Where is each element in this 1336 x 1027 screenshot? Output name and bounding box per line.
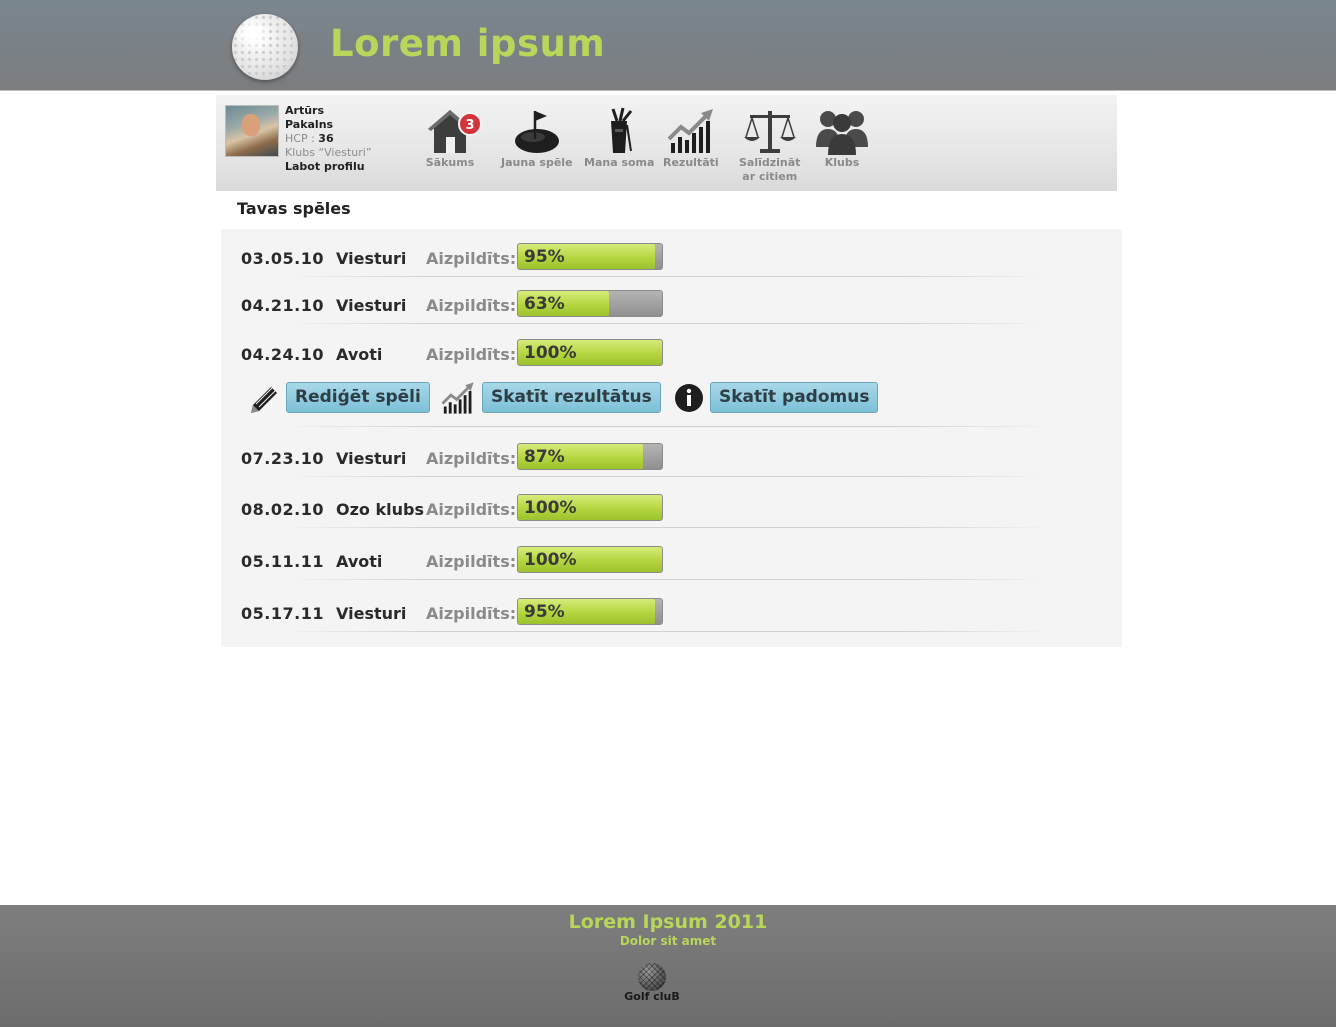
nav-label-new-game: Jauna spēle [501,156,573,169]
view-tips-button[interactable]: Skatīt padomus [710,382,879,413]
progress-bar: 100% [517,494,663,521]
game-date: 05.17.11 [241,604,324,623]
pencil-icon[interactable] [247,381,281,419]
row-divider [281,476,1052,477]
progress-label: 100% [524,498,577,518]
game-date: 07.23.10 [241,449,324,468]
progress-label: 100% [524,550,577,570]
game-row-selected[interactable]: 04.24.10 Avoti Aizpildīts: 100% [221,325,1122,373]
row-divider [281,527,1052,528]
golf-green-icon [514,111,559,153]
nav-label-clubs: Klubs [824,156,860,169]
game-actions: Rediģēt spēli Skatīt rezultātus Skatīt p… [221,379,1122,427]
golf-bag-icon [611,107,633,153]
game-club: Ozo klubs [336,500,424,519]
people-icon [816,111,868,155]
nav-item-results[interactable]: Rezultāti [663,107,719,170]
hcp-label: HCP : [285,132,315,145]
game-date: 04.21.10 [241,296,324,315]
chart-up-icon [667,109,713,153]
progress-bar: 95% [517,243,663,270]
completed-label: Aizpildīts: [426,345,517,364]
edit-game-button[interactable]: Rediģēt spēli [286,382,430,413]
nav-item-my-bag[interactable]: Mana soma [584,107,654,170]
game-date: 03.05.10 [241,249,324,268]
footer-subtitle: Dolor sit amet [619,934,717,948]
progress-label: 95% [524,602,565,622]
chart-up-icon[interactable] [439,381,477,419]
game-club: Avoti [336,552,383,571]
progress-bar: 63% [517,290,663,317]
notification-badge[interactable]: 3 [458,112,482,136]
game-date: 04.24.10 [241,345,324,364]
completed-label: Aizpildīts: [426,500,517,519]
progress-bar: 87% [517,443,663,470]
progress-bar: 100% [517,339,663,366]
edit-profile-link[interactable]: Labot profilu [285,160,372,174]
progress-label: 87% [524,447,565,467]
game-club: Avoti [336,345,383,364]
completed-label: Aizpildīts: [426,552,517,571]
golf-ball-icon [638,963,666,991]
nav-item-new-game[interactable]: Jauna spēle [501,107,573,170]
game-row[interactable]: 05.17.11 Viesturi Aizpildīts: 95% [221,584,1122,632]
nav-label-my-bag: Mana soma [584,156,655,169]
profile-info: Artūrs Pakalns HCP : 36 Klubs “Viesturi”… [285,104,372,174]
completed-label: Aizpildīts: [426,449,517,468]
nav-label-results: Rezultāti [663,156,719,169]
row-divider [281,631,1052,632]
profile-last-name: Pakalns [285,118,334,131]
profile-first-name: Artūrs [285,104,324,117]
games-panel: 03.05.10 Viesturi Aizpildīts: 95% 04.21.… [221,229,1122,647]
completed-label: Aizpildīts: [426,249,517,268]
game-club: Viesturi [336,296,407,315]
nav-item-compare[interactable]: Salīdzināt ar citiem [739,107,800,184]
nav-bar: Artūrs Pakalns HCP : 36 Klubs “Viesturi”… [216,95,1117,191]
game-row[interactable]: 07.23.10 Viesturi Aizpildīts: 87% [221,429,1122,477]
profile-hcp: HCP : 36 [285,132,372,146]
game-row[interactable]: 04.21.10 Viesturi Aizpildīts: 63% [221,276,1122,324]
nav-label-compare-2: ar citiem [742,170,798,183]
game-date: 05.11.11 [241,552,324,571]
game-row[interactable]: 03.05.10 Viesturi Aizpildīts: 95% [221,229,1122,277]
row-divider [281,426,1052,427]
avatar[interactable] [225,105,279,157]
view-results-button[interactable]: Skatīt rezultātus [482,382,661,413]
game-club: Viesturi [336,604,407,623]
nav-label-home: Sākums [425,156,475,169]
golf-club-logo[interactable]: Golf cluB [620,963,684,1007]
progress-bar: 95% [517,598,663,625]
footer-title: Lorem Ipsum 2011 [568,911,768,933]
game-row[interactable]: 05.11.11 Avoti Aizpildīts: 100% [221,532,1122,580]
site-title[interactable]: Lorem ipsum [330,22,605,65]
progress-bar: 100% [517,546,663,573]
completed-label: Aizpildīts: [426,296,517,315]
section-title: Tavas spēles [237,199,351,218]
golf-ball-logo[interactable] [232,14,298,80]
game-row[interactable]: 08.02.10 Ozo klubs Aizpildīts: 100% [221,480,1122,528]
profile-club: Klubs “Viesturi” [285,146,372,159]
scales-icon [743,111,796,153]
game-club: Viesturi [336,449,407,468]
game-club: Viesturi [336,249,407,268]
progress-label: 100% [524,343,577,363]
progress-label: 95% [524,247,565,267]
row-divider [281,579,1052,580]
nav-label-compare: Salīdzināt [739,156,801,169]
game-date: 08.02.10 [241,500,324,519]
footer-logo-text: Golf cluB [624,990,680,1003]
top-bar: Lorem ipsum [0,0,1336,91]
completed-label: Aizpildīts: [426,604,517,623]
info-icon[interactable] [673,381,705,417]
footer: Lorem Ipsum 2011 Dolor sit amet Golf clu… [0,905,1336,1027]
nav-item-clubs[interactable]: Klubs [814,107,870,170]
progress-label: 63% [524,294,565,314]
row-divider [281,323,1052,324]
hcp-value: 36 [318,132,334,145]
